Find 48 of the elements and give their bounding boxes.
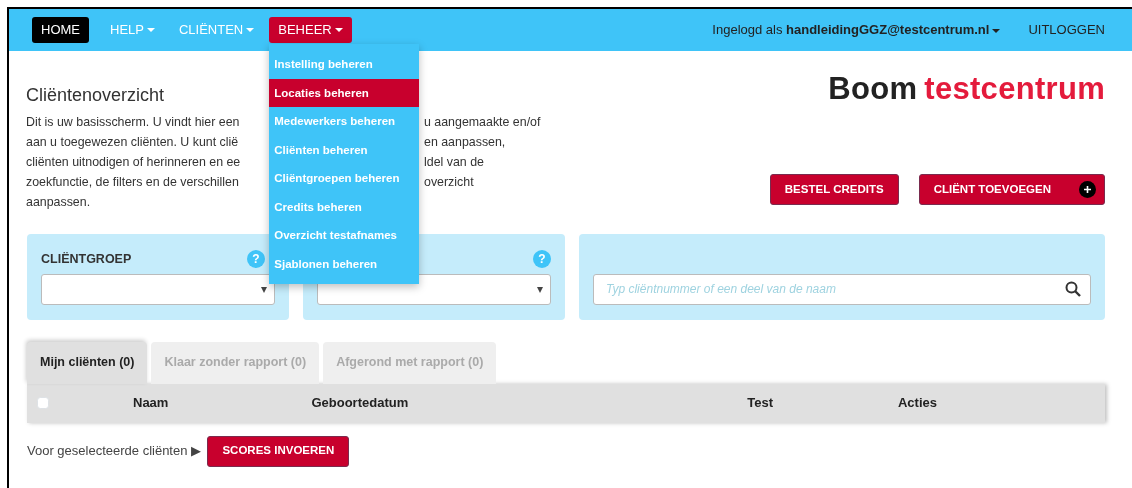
help-icon[interactable]: ?	[533, 249, 551, 268]
intro-text: en aanpassen,	[424, 133, 506, 151]
filter-label: CLIËNTGROEP	[41, 250, 132, 268]
tab[interactable]: Mijn cliënten (0)	[27, 341, 148, 384]
dropdown-item[interactable]: Cliëntgroepen beheren	[269, 164, 420, 193]
select-field[interactable]	[41, 273, 275, 305]
caret-icon	[537, 286, 543, 293]
intro-text: aan u toegewezen cliënten. U kunt clië	[26, 134, 239, 149]
dropdown-item[interactable]: Credits beheren	[269, 192, 420, 222]
dropdown-item[interactable]: Overzicht testafnames	[269, 221, 420, 250]
intro-text: overzicht	[424, 173, 474, 191]
footer-text: Voor geselecteerde cliënten	[27, 442, 188, 461]
column-header: Naam	[133, 394, 169, 413]
intro-text: cliënten uitnodigen of herinneren en ee	[26, 154, 241, 169]
user-menu-link[interactable]: Ingelogd als handleidingGGZ@testcentrum.nl	[712, 20, 1001, 40]
dropdown-item[interactable]: Medewerkers beheren	[269, 107, 420, 136]
caret-icon	[992, 28, 1001, 33]
logout-link[interactable]: UITLOGGEN	[1028, 20, 1105, 40]
column-header: Geboortedatum	[311, 394, 409, 413]
dropdown-item[interactable]: Instelling beheren	[269, 50, 420, 79]
dropdown-item[interactable]: Cliënten beheren	[269, 135, 420, 165]
nav-menu-item[interactable]: BEHEER	[269, 16, 352, 44]
arrow-icon: ▶	[191, 441, 202, 461]
select-all-checkbox[interactable]	[37, 397, 49, 410]
dropdown-item[interactable]: Locaties beheren	[269, 78, 420, 108]
caret-icon	[261, 286, 267, 293]
search-icon[interactable]	[1065, 280, 1081, 297]
nav-menu-item[interactable]: HELP	[101, 16, 164, 44]
nav-menu-item[interactable]: HOME	[32, 16, 89, 44]
nav-menu-item[interactable]: CLIËNTEN	[169, 16, 264, 44]
intro-text: u aangemaakte en/of	[424, 113, 541, 131]
help-icon[interactable]: ?	[247, 249, 265, 268]
intro-text: Dit is uw basisscherm. U vindt hier een	[26, 114, 240, 129]
column-header: Test	[747, 394, 773, 413]
tab[interactable]: Afgerond met rapport (0)	[323, 341, 497, 384]
intro-text: aanpassen.	[26, 194, 91, 209]
logo: Boom testcentrum	[828, 73, 1105, 104]
dropdown-item[interactable]: Sjablonen beheren	[269, 249, 420, 279]
search-field[interactable]: Typ cliëntnummer of een deel van de naam	[593, 273, 1091, 305]
add-client-button[interactable]: CLIËNT TOEVOEGEN	[918, 174, 1105, 205]
order-credits-button[interactable]: BESTEL CREDITS	[769, 174, 899, 205]
page-title: Cliëntenoverzicht	[26, 85, 165, 107]
intro-text: ldel van de	[424, 153, 484, 171]
plus-icon	[1079, 181, 1096, 199]
enter-scores-button[interactable]: SCORES INVOEREN	[207, 435, 350, 467]
tab[interactable]: Klaar zonder rapport (0)	[151, 341, 320, 384]
column-header: Acties	[898, 394, 937, 413]
intro-text: zoekfunctie, de filters en de verschillen	[26, 174, 239, 189]
